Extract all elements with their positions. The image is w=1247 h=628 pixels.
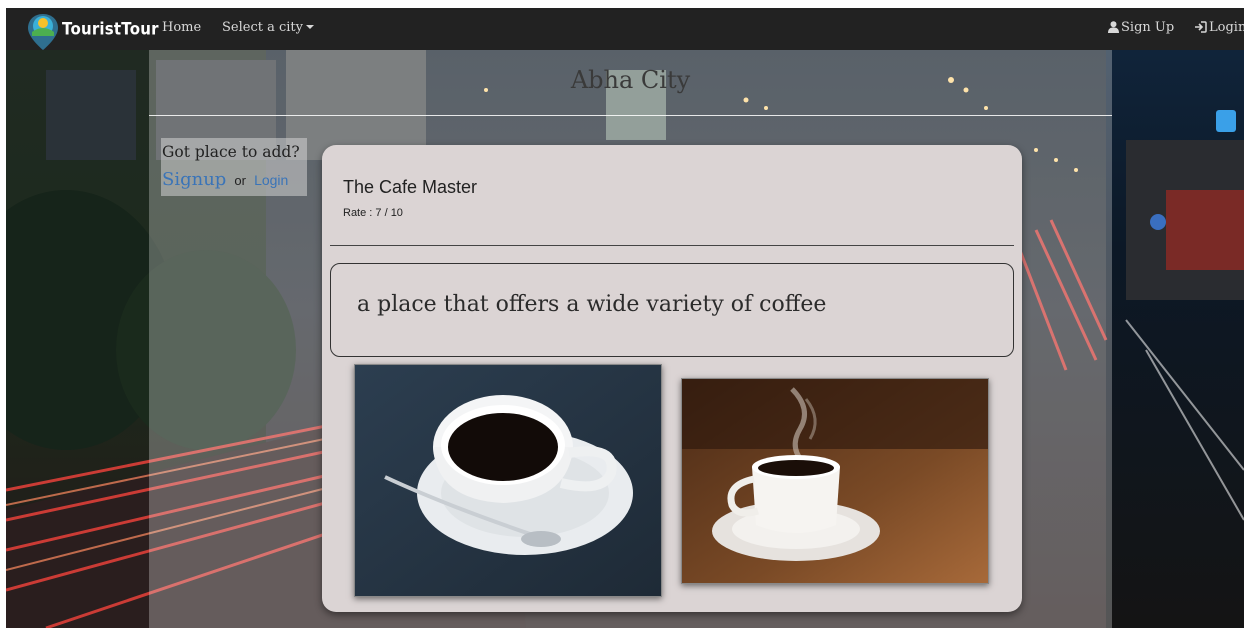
place-photo-1[interactable]	[354, 364, 662, 597]
add-place-links: Signup or Login	[162, 169, 288, 190]
add-place-prompt: Got place to add?	[162, 143, 300, 161]
login-icon	[1195, 21, 1207, 33]
brand-link[interactable]: TouristTour	[26, 11, 159, 50]
place-name: The Cafe Master	[343, 177, 478, 197]
user-icon	[1108, 21, 1119, 33]
city-title: Abha City	[570, 66, 691, 94]
logo-icon	[28, 14, 58, 50]
app-window: Abha City TouristTour Home Select a city…	[6, 8, 1244, 628]
coffee-cup-with-spoon-photo	[355, 365, 661, 596]
navbar: TouristTour Home Select a city Sign Up L…	[6, 8, 1244, 50]
select-city-label: Select a city	[222, 20, 303, 35]
place-description: a place that offers a wide variety of co…	[357, 292, 827, 317]
place-photo-2[interactable]	[681, 378, 989, 584]
brand-name: TouristTour	[62, 19, 159, 39]
place-card: The Cafe Master Rate : 7 / 10 a place th…	[322, 145, 1022, 612]
nav-home-link[interactable]: Home	[162, 20, 201, 35]
sidebar-signup-link[interactable]: Signup	[162, 169, 226, 190]
place-rate: Rate : 7 / 10	[343, 207, 403, 219]
login-link[interactable]: Login	[1194, 20, 1244, 35]
description-box: a place that offers a wide variety of co…	[330, 263, 1014, 357]
sidebar-login-link[interactable]: Login	[254, 172, 288, 188]
login-label: Login	[1209, 20, 1244, 35]
or-text: or	[234, 173, 246, 188]
sign-up-label: Sign Up	[1121, 20, 1175, 35]
caret-down-icon	[305, 25, 314, 29]
card-divider	[330, 245, 1014, 246]
title-divider	[149, 115, 1112, 116]
sign-up-link[interactable]: Sign Up	[1108, 20, 1174, 35]
steaming-coffee-cup-photo	[682, 379, 988, 583]
select-city-dropdown[interactable]: Select a city	[222, 20, 314, 35]
